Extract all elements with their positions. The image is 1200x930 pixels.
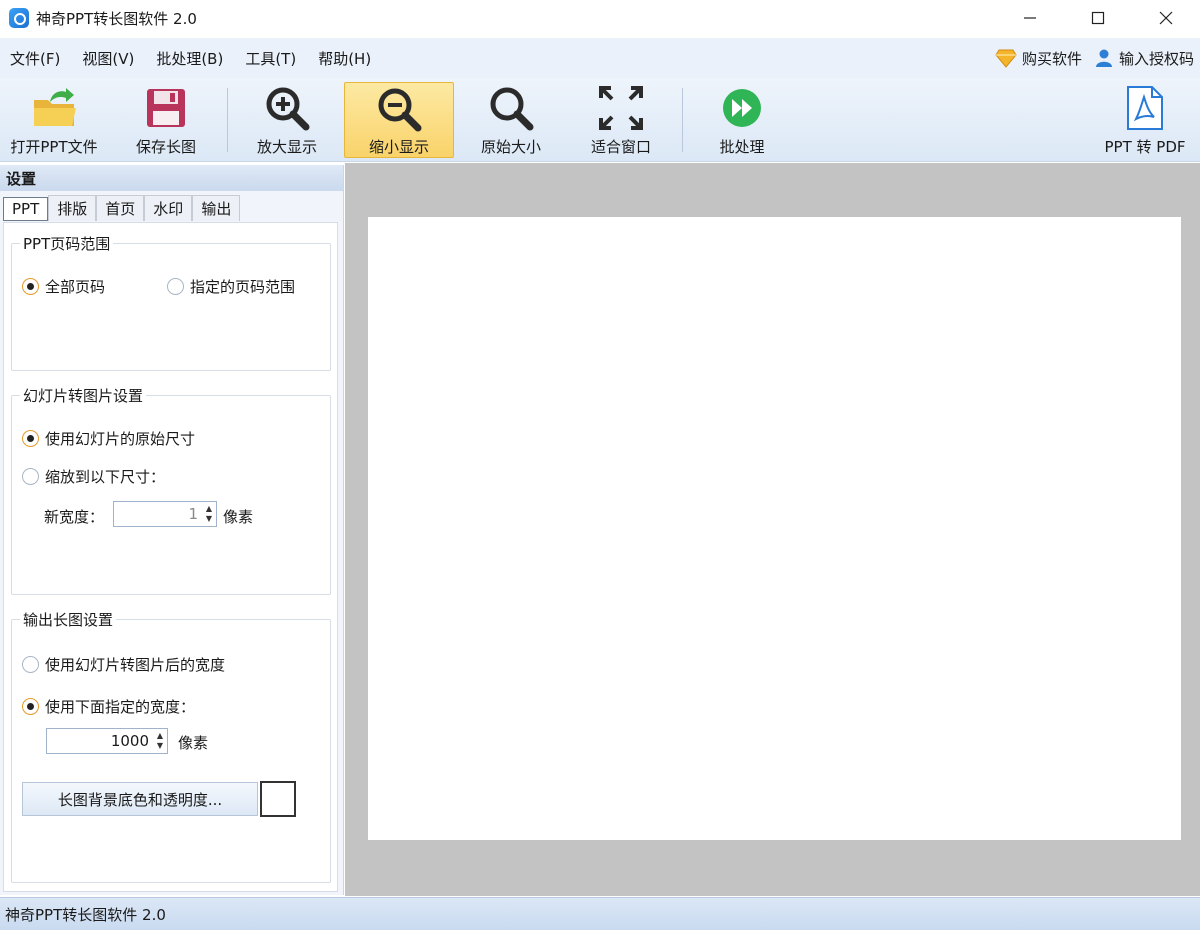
zoom-in-button[interactable]: 放大显示	[238, 82, 336, 158]
menu-tools[interactable]: 工具(T)	[234, 48, 307, 69]
scale-size-label: 缩放到以下尺寸：	[45, 468, 166, 486]
zoom-out-button[interactable]: 缩小显示	[344, 82, 454, 158]
tab-ppt[interactable]: PPT	[3, 197, 49, 221]
settings-panel: 设置 PPT 排版 首页 水印 输出 PPT页码范围 全部页码 指定的页码范围 …	[0, 165, 344, 895]
original-size-button[interactable]: 原始大小	[462, 82, 560, 158]
open-ppt-button[interactable]: 打开PPT文件	[2, 82, 106, 158]
radio-selected-icon	[22, 698, 39, 715]
batch-button[interactable]: 批处理	[695, 82, 789, 158]
radio-selected-icon	[22, 430, 39, 447]
open-ppt-label: 打开PPT文件	[10, 138, 98, 156]
open-folder-icon	[34, 88, 76, 126]
tab-content-ppt: PPT页码范围 全部页码 指定的页码范围 幻灯片转图片设置 使用幻灯片的原始尺寸…	[3, 222, 338, 892]
all-pages-label: 全部页码	[45, 278, 106, 296]
status-text: 神奇PPT转长图软件 2.0	[5, 905, 166, 924]
batch-label: 批处理	[719, 138, 765, 156]
minimize-icon	[1024, 17, 1036, 19]
original-size-radio[interactable]: 使用幻灯片的原始尺寸	[22, 428, 195, 449]
tab-watermark[interactable]: 水印	[144, 195, 193, 221]
slide-image-group: 幻灯片转图片设置 使用幻灯片的原始尺寸 缩放到以下尺寸： 新宽度： 1 ▲ ▼ 像…	[11, 385, 331, 595]
save-longimage-label: 保存长图	[135, 138, 196, 156]
slide-width-radio[interactable]: 使用幻灯片转图片后的宽度	[22, 654, 225, 675]
user-icon	[1095, 49, 1112, 67]
menu-help[interactable]: 帮助(H)	[307, 48, 382, 69]
new-width-value: 1	[188, 505, 198, 523]
radio-unselected-icon	[167, 278, 184, 295]
zoom-out-icon	[378, 88, 422, 131]
close-button[interactable]	[1132, 0, 1200, 36]
output-width-value: 1000	[110, 732, 149, 750]
ppt-to-pdf-button[interactable]: PPT 转 PDF	[1094, 82, 1196, 158]
tab-layout[interactable]: 排版	[48, 195, 97, 221]
background-color-button[interactable]: 长图背景底色和透明度...	[22, 782, 258, 816]
fast-forward-icon	[723, 89, 761, 127]
zoom-in-icon	[266, 87, 310, 131]
zoom-out-label: 缩小显示	[368, 138, 429, 156]
magnifier-icon	[490, 87, 534, 131]
tab-output[interactable]: 输出	[192, 195, 241, 221]
save-disk-icon	[147, 89, 185, 127]
fit-window-label: 适合窗口	[590, 138, 651, 156]
radio-selected-icon	[22, 278, 39, 295]
new-width-unit: 像素	[223, 508, 254, 526]
close-icon	[1159, 11, 1173, 25]
tab-homepage[interactable]: 首页	[96, 195, 145, 221]
original-size-option-label: 使用幻灯片的原始尺寸	[45, 430, 196, 448]
zoom-in-label: 放大显示	[256, 138, 317, 156]
app-logo-icon	[9, 8, 29, 28]
maximize-button[interactable]	[1064, 0, 1132, 36]
fit-window-button[interactable]: 适合窗口	[572, 82, 670, 158]
new-width-label: 新宽度：	[44, 508, 105, 526]
output-settings-title: 输出长图设置	[20, 609, 117, 630]
panel-header: 设置	[0, 165, 343, 191]
preview-area	[345, 163, 1200, 896]
page-range-group: PPT页码范围 全部页码 指定的页码范围	[11, 233, 331, 371]
diamond-icon	[995, 49, 1017, 68]
pdf-file-icon	[1127, 86, 1163, 130]
all-pages-radio[interactable]: 全部页码	[22, 276, 105, 297]
fit-window-icon	[599, 86, 643, 130]
window-title: 神奇PPT转长图软件 2.0	[36, 9, 197, 28]
window-controls	[996, 0, 1200, 36]
menu-batch[interactable]: 批处理(B)	[145, 48, 234, 69]
slide-width-label: 使用幻灯片转图片后的宽度	[45, 656, 226, 674]
stepper-arrows-icon[interactable]: ▲ ▼	[202, 502, 216, 526]
menu-bar: 文件(F) 视图(V) 批处理(B) 工具(T) 帮助(H) 购买软件 输入授权…	[0, 38, 1200, 78]
page-range-title: PPT页码范围	[20, 233, 114, 254]
output-width-stepper[interactable]: 1000 ▲ ▼	[46, 728, 168, 754]
license-code-label: 输入授权码	[1118, 49, 1194, 68]
custom-width-radio[interactable]: 使用下面指定的宽度：	[22, 696, 195, 717]
output-width-unit: 像素	[178, 734, 209, 752]
specified-pages-label: 指定的页码范围	[190, 278, 296, 296]
menu-view[interactable]: 视图(V)	[71, 48, 145, 69]
output-settings-group: 输出长图设置 使用幻灯片转图片后的宽度 使用下面指定的宽度： 1000 ▲ ▼ 像…	[11, 609, 331, 883]
scale-size-radio[interactable]: 缩放到以下尺寸：	[22, 466, 165, 487]
new-width-stepper[interactable]: 1 ▲ ▼	[113, 501, 217, 527]
original-size-label: 原始大小	[480, 138, 541, 156]
radio-unselected-icon	[22, 468, 39, 485]
radio-unselected-icon	[22, 656, 39, 673]
background-color-swatch[interactable]	[260, 781, 296, 817]
stepper-arrows-icon[interactable]: ▲ ▼	[153, 729, 167, 753]
custom-width-label: 使用下面指定的宽度：	[45, 698, 196, 716]
menu-file[interactable]: 文件(F)	[0, 48, 71, 69]
status-bar: 神奇PPT转长图软件 2.0	[0, 897, 1200, 930]
license-code-link[interactable]: 输入授权码	[1094, 48, 1194, 69]
toolbar: 打开PPT文件 保存长图 放大显示 缩小显示 原始大小 适合窗口 批处理 PPT…	[0, 78, 1200, 162]
settings-tabs: PPT 排版 首页 水印 输出	[3, 195, 241, 223]
minimize-button[interactable]	[996, 0, 1064, 36]
title-bar: 神奇PPT转长图软件 2.0	[0, 0, 1200, 36]
specified-pages-radio[interactable]: 指定的页码范围	[167, 276, 295, 297]
slide-image-title: 幻灯片转图片设置	[20, 385, 147, 406]
maximize-icon	[1091, 11, 1105, 25]
buy-software-link[interactable]: 购买软件	[995, 48, 1082, 69]
preview-canvas	[368, 217, 1181, 840]
buy-software-label: 购买软件	[1021, 49, 1082, 68]
ppt-to-pdf-label: PPT 转 PDF	[1104, 138, 1186, 156]
toolbar-separator	[227, 88, 228, 152]
toolbar-separator	[682, 88, 683, 152]
save-longimage-button[interactable]: 保存长图	[116, 82, 216, 158]
